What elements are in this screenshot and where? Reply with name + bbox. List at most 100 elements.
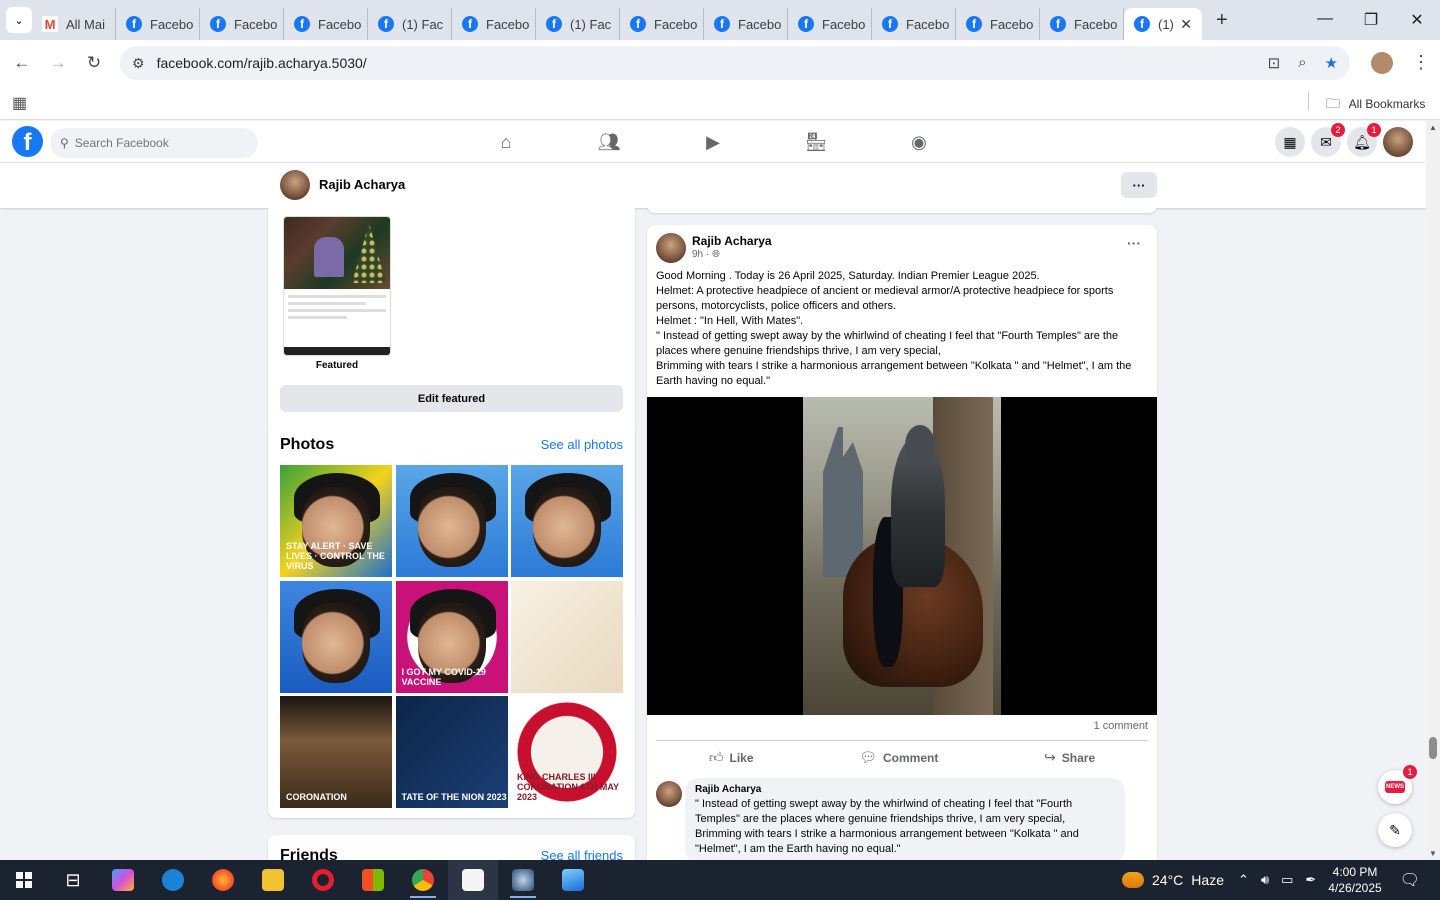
browser-tab[interactable]: f Facebo (1040, 8, 1124, 40)
browser-tab-active[interactable]: f (1) ✕ (1124, 8, 1202, 40)
tab-label: Facebo (318, 16, 362, 32)
speaker-icon[interactable]: 🔊︎ (1261, 872, 1269, 888)
close-icon[interactable]: ✕ (1180, 16, 1192, 33)
browser-tab[interactable]: f Facebo (704, 8, 788, 40)
photo-thumbnail[interactable] (511, 465, 623, 577)
profile-avatar[interactable] (280, 170, 310, 200)
browser-tab[interactable]: f Facebo (788, 8, 872, 40)
marketplace-icon[interactable]: 🏪︎ (804, 130, 828, 154)
notification-center-icon[interactable]: 🗨︎ (1400, 870, 1420, 890)
scroll-thumb[interactable] (1429, 737, 1437, 759)
search-input[interactable] (74, 136, 245, 150)
post-image[interactable] (647, 397, 1157, 715)
opera-icon[interactable] (298, 860, 348, 900)
firefox-icon[interactable] (198, 860, 248, 900)
browser-tab[interactable]: f Facebo (956, 8, 1040, 40)
see-all-photos-link[interactable]: See all photos (541, 437, 623, 452)
app-icon-blue[interactable] (148, 860, 198, 900)
photo-thumbnail[interactable]: STAY ALERT · SAVE LIVES · CONTROL THE VI… (280, 465, 392, 577)
profile-more-button[interactable]: ··· (1121, 172, 1157, 198)
post-author[interactable]: Rajib Acharya (692, 234, 772, 248)
omnibox[interactable]: ⚙ facebook.com/rajib.acharya.5030/ ⊡ ⌕ ★ (120, 46, 1350, 80)
account-avatar[interactable] (1383, 127, 1413, 157)
file-explorer-icon[interactable] (248, 860, 298, 900)
browser-tab[interactable]: f Facebo (116, 8, 200, 40)
menu-grid-icon[interactable]: ▦ (1275, 127, 1305, 157)
browser-profile-avatar[interactable] (1371, 52, 1393, 74)
tab-search-button[interactable]: ⌄ (6, 7, 32, 33)
minimize-button[interactable]: — (1302, 10, 1348, 30)
window-close-button[interactable]: ✕ (1394, 10, 1440, 30)
photo-thumbnail[interactable]: TATE OF THE NION 2023 (395, 696, 508, 808)
featured-thumbnail[interactable] (283, 216, 391, 356)
see-all-friends-link[interactable]: See all friends (541, 848, 623, 860)
browser-tab[interactable]: M All Mai (32, 8, 116, 40)
comment-author[interactable]: Rajib Acharya (695, 784, 1115, 795)
browser-menu-icon[interactable]: ⋮ (1412, 52, 1430, 73)
facebook-logo[interactable]: f (12, 126, 43, 157)
taskbar-clock[interactable]: 4:00 PM 4/26/2025 (1328, 864, 1381, 896)
reload-button[interactable]: ↻ (76, 53, 112, 73)
comment-author-avatar[interactable] (656, 781, 682, 807)
network-icon[interactable]: ▭ (1281, 872, 1293, 888)
tab-label: Facebo (906, 16, 950, 32)
browser-tab[interactable]: f Facebo (284, 8, 368, 40)
bookmark-star-icon[interactable]: ★ (1325, 54, 1338, 72)
store-icon[interactable] (348, 860, 398, 900)
comment-count[interactable]: 1 comment (1094, 720, 1148, 732)
post-author-avatar[interactable] (656, 233, 686, 263)
copilot-icon[interactable] (98, 860, 148, 900)
share-button[interactable]: ↪ Share (1044, 749, 1095, 766)
photo-thumbnail[interactable]: CORONATION (280, 696, 392, 808)
maximize-button[interactable]: ❐ (1348, 10, 1394, 30)
photo-thumbnail[interactable] (511, 580, 623, 693)
forward-button[interactable]: → (40, 53, 76, 73)
weather-widget[interactable]: 24°C Haze (1122, 872, 1224, 888)
chrome-icon[interactable] (398, 860, 448, 900)
zoom-icon[interactable]: ⌕ (1298, 54, 1306, 72)
facebook-search-box[interactable]: ⚲ (50, 128, 258, 158)
notepad-icon[interactable] (448, 860, 498, 900)
friends-icon[interactable]: 👥︎ (597, 130, 621, 154)
scroll-up-arrow-icon[interactable]: ▲ (1429, 123, 1437, 132)
photo-thumbnail[interactable]: I GOT MY COVID-19 VACCINE (395, 580, 508, 693)
chevron-up-icon[interactable]: ⌃ (1238, 872, 1249, 888)
browser-tab[interactable]: f Facebo (620, 8, 704, 40)
like-button[interactable]: 👍︎ Like (709, 749, 754, 766)
video-icon[interactable]: ▶︎ (701, 130, 725, 154)
apps-grid-icon[interactable]: ▦ (12, 93, 27, 113)
browser-tab[interactable]: f Facebo (452, 8, 536, 40)
start-button[interactable] (0, 872, 48, 888)
new-tab-button[interactable]: + (1216, 9, 1228, 32)
edit-featured-button[interactable]: Edit featured (280, 385, 623, 412)
all-bookmarks-button[interactable]: 🗀 All Bookmarks (1326, 93, 1425, 117)
browser-tab[interactable]: f Facebo (872, 8, 956, 40)
install-app-icon[interactable]: ⊡ (1268, 54, 1281, 72)
home-icon[interactable]: ⌂ (494, 130, 518, 154)
compose-message-button[interactable]: ✎ (1378, 813, 1412, 847)
url-text[interactable]: facebook.com/rajib.acharya.5030/ (157, 55, 367, 71)
browser-tab[interactable]: f Facebo (200, 8, 284, 40)
task-view-icon[interactable]: ⊟ (48, 860, 98, 900)
back-button[interactable]: ← (4, 53, 40, 73)
profile-name[interactable]: Rajib Acharya (319, 177, 405, 192)
post-more-icon[interactable]: ··· (1127, 235, 1141, 251)
messenger-icon[interactable]: ✉ 2 (1311, 123, 1345, 157)
photo-thumbnail[interactable]: KING CHARLES III CORONATION 6TH MAY 2023 (511, 696, 623, 808)
groups-icon[interactable]: ◉ (907, 130, 931, 154)
post-timestamp[interactable]: 9h · 🌐︎ (692, 249, 720, 260)
news-floater-button[interactable]: NEWS 1 (1378, 765, 1417, 804)
app-icon-photo[interactable] (498, 860, 548, 900)
page-scrollbar[interactable]: ▲ ▼ (1426, 121, 1440, 860)
browser-tab[interactable]: f (1) Fac (368, 8, 452, 40)
photo-thumbnail[interactable] (395, 465, 508, 577)
site-settings-icon[interactable]: ⚙ (132, 55, 145, 72)
photos-app-icon[interactable] (548, 860, 598, 900)
browser-tab[interactable]: f (1) Fac (536, 8, 620, 40)
comment-button[interactable]: 💬︎ Comment (859, 749, 938, 766)
photo-thumbnail[interactable] (280, 580, 392, 693)
scroll-down-arrow-icon[interactable]: ▼ (1429, 849, 1437, 858)
notifications-bell-icon[interactable]: 🔔︎ 1 (1347, 123, 1381, 157)
system-tray: ⌃ 🔊︎ ▭ ✒ (1238, 872, 1316, 888)
pen-icon[interactable]: ✒ (1305, 872, 1316, 888)
